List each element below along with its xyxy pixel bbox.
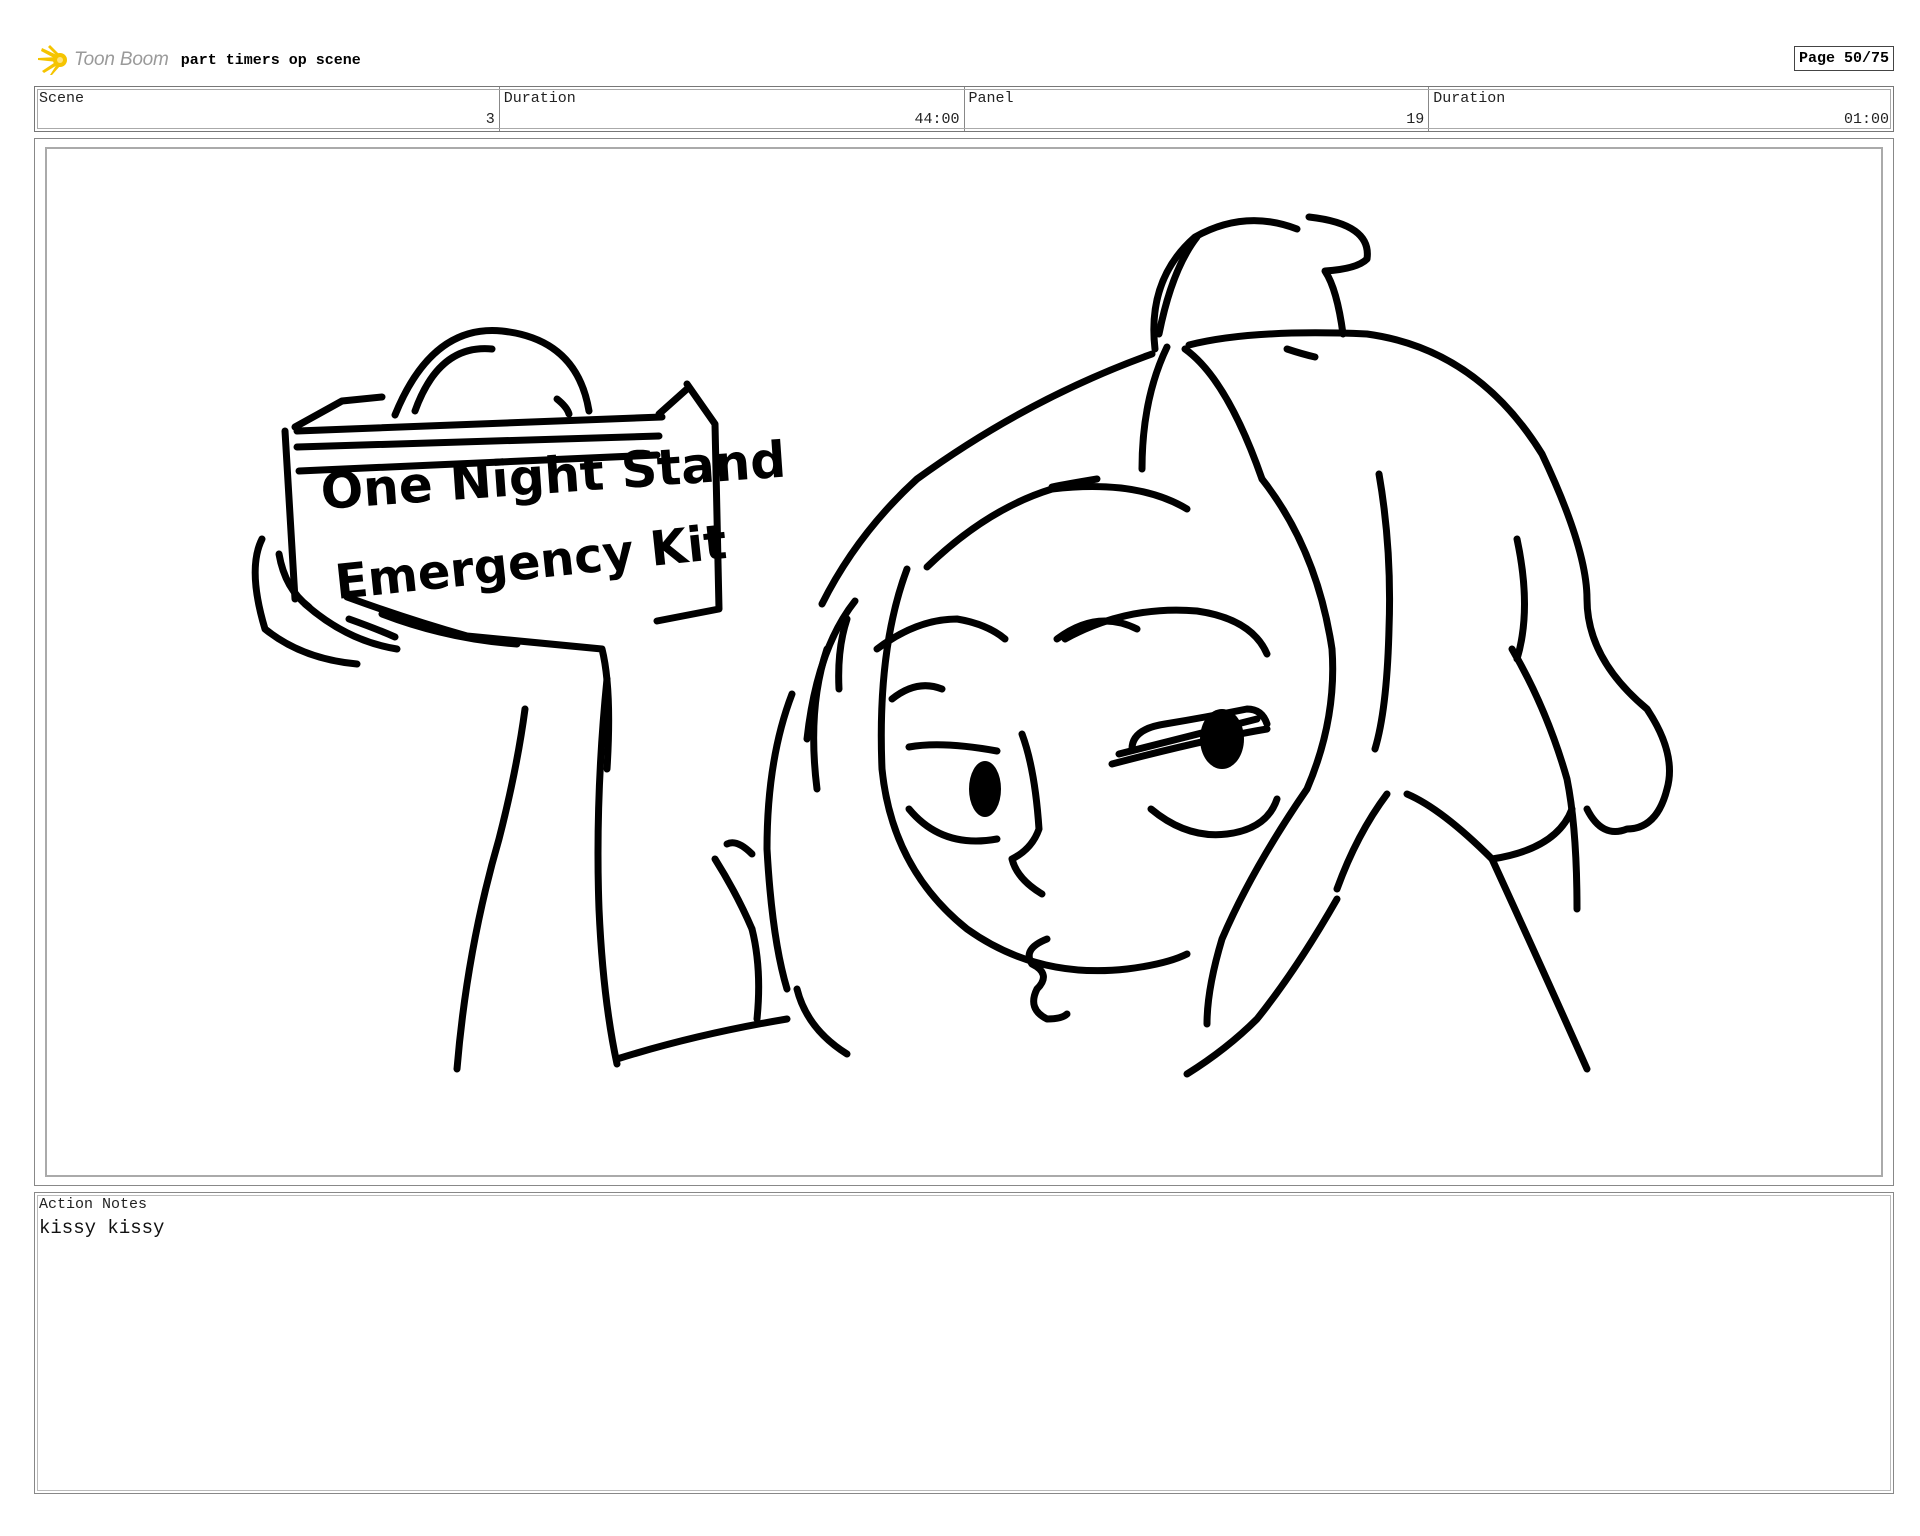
- character-shoulder: [1183, 790, 1591, 1078]
- scene-duration-label: Duration: [503, 90, 576, 107]
- scene-duration-value: 44:00: [914, 111, 960, 128]
- panel-value: 19: [1406, 111, 1425, 128]
- hand-on-cheek: [711, 615, 851, 1058]
- toon-boom-burst-icon: [38, 45, 67, 75]
- page-number: Page 50/75: [1793, 46, 1894, 71]
- action-notes-text: kissy kissy: [39, 1217, 165, 1239]
- action-notes: Action Notes kissy kissy: [34, 1192, 1894, 1494]
- storyboard-panel: One Night Stand Emergency Kit: [34, 138, 1894, 1186]
- panel-cell: Panel 19: [965, 87, 1430, 131]
- toon-boom-logo: Toon Boom part timers op scene: [36, 44, 361, 76]
- scene-value: 3: [485, 111, 495, 128]
- scene-duration-cell: Duration 44:00: [500, 87, 965, 131]
- scene-cell: Scene 3: [35, 87, 500, 131]
- project-title: part timers op scene: [180, 51, 361, 69]
- character-kissy-lips: [1008, 730, 1071, 1023]
- scene-info-bar: Scene 3 Duration 44:00 Panel 19 Duration…: [34, 86, 1894, 132]
- scene-label: Scene: [39, 90, 85, 107]
- panel-drawing-area: One Night Stand Emergency Kit: [45, 147, 1883, 1177]
- action-notes-label: Action Notes: [39, 1196, 148, 1213]
- panel-duration-cell: Duration 01:00: [1429, 87, 1893, 131]
- emergency-kit-box: One Night Stand Emergency Kit: [281, 327, 788, 625]
- character-eyes: [873, 606, 1281, 845]
- panel-sketch: One Night Stand Emergency Kit: [251, 213, 1673, 1078]
- kit-label-line-2: Emergency Kit: [332, 514, 729, 611]
- header: Toon Boom part timers op scene Page 50/7…: [36, 44, 1894, 76]
- panel-duration-value: 01:00: [1843, 111, 1889, 128]
- panel-label: Panel: [968, 90, 1014, 107]
- logo-text: Toon Boom: [74, 49, 169, 70]
- raised-arm: [453, 675, 791, 1073]
- panel-duration-label: Duration: [1433, 90, 1506, 107]
